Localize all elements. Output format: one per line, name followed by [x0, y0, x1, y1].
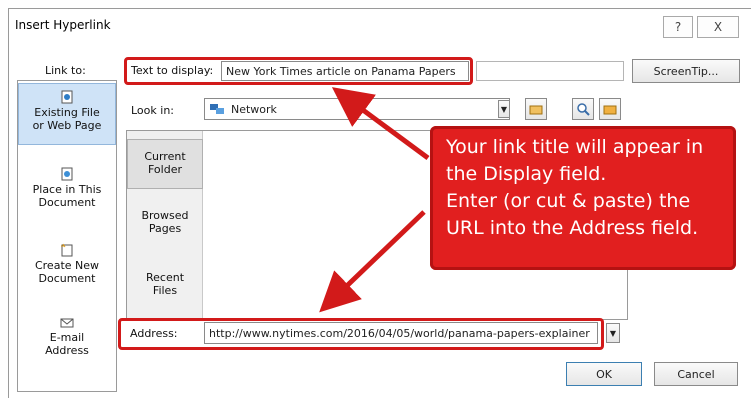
arrow-to-address-field: [319, 210, 426, 313]
arrow-to-display-field: [331, 87, 430, 161]
callout-line: the Display field.: [446, 163, 607, 185]
callout-line: URL into the Address field.: [446, 217, 699, 239]
instruction-callout: Your link title will appear in the Displ…: [430, 126, 736, 270]
callout-line: Your link title will appear in: [446, 136, 704, 158]
callout-line: Enter (or cut & paste) the: [446, 190, 691, 212]
